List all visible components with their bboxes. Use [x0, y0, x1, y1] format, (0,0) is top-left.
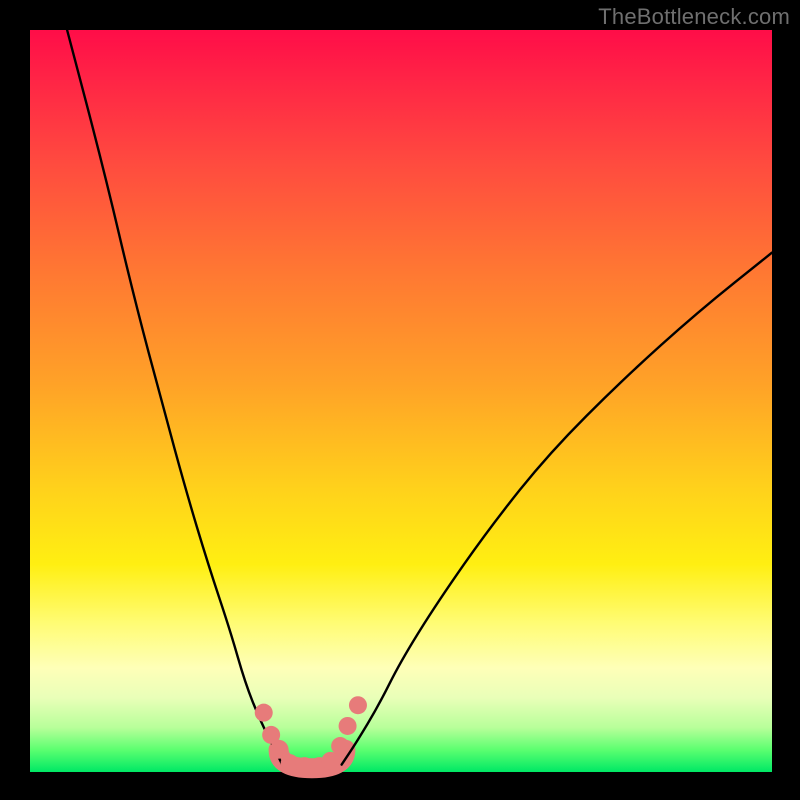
curve-overlay: [30, 30, 772, 772]
bottleneck-curve: [67, 30, 772, 765]
watermark-text: TheBottleneck.com: [598, 4, 790, 30]
plot-area: [30, 30, 772, 772]
chart-frame: TheBottleneck.com: [0, 0, 800, 800]
